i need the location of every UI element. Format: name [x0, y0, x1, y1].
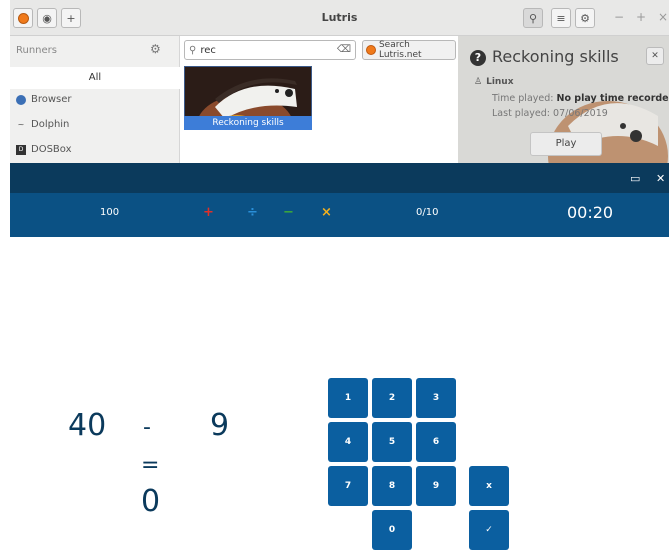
sidebar-item-all[interactable]: All: [10, 67, 180, 89]
preferences-button[interactable]: ⚙: [575, 8, 595, 28]
last-played-row: Last played: 07/06/2019: [492, 108, 608, 119]
key-4[interactable]: 4: [328, 422, 368, 462]
answer-display: 0: [141, 484, 161, 519]
dosbox-icon: D: [16, 144, 26, 155]
score-value: 100: [100, 207, 120, 218]
game-details-panel: ? Reckoning skills ✕ ♙ Linux Time played…: [458, 36, 669, 165]
key-9[interactable]: 9: [416, 466, 456, 506]
clear-search-icon[interactable]: ⌫: [337, 44, 351, 55]
sidebar-item-label: DOSBox: [31, 144, 72, 155]
key-8[interactable]: 8: [372, 466, 412, 506]
platform-row: ♙ Linux: [474, 77, 514, 87]
operator-divide-icon: ÷: [247, 205, 258, 220]
game-window-header: ▭ ✕: [10, 163, 669, 193]
key-5[interactable]: 5: [372, 422, 412, 462]
lutris-logo-icon: [366, 45, 376, 55]
timer: 00:20: [567, 203, 614, 222]
operator-multiply-icon: ×: [321, 205, 332, 220]
left-operand: 40: [68, 408, 107, 443]
key-0[interactable]: 0: [372, 510, 412, 550]
time-played-row: Time played: No play time recorded: [492, 93, 669, 104]
key-2[interactable]: 2: [372, 378, 412, 418]
operator-plus-icon: +: [203, 205, 214, 220]
last-played-label: Last played:: [492, 108, 550, 119]
time-played-value: No play time recorded: [556, 93, 669, 104]
restore-window-icon[interactable]: ▭: [630, 172, 640, 185]
clear-button[interactable]: x: [469, 466, 509, 506]
linux-icon: ♙: [474, 77, 483, 87]
search-icon: ⚲: [528, 11, 538, 25]
titlebar: ◉ + Lutris ⚲ ≡ ⚙ − + ×: [10, 0, 669, 36]
panel-close-button[interactable]: ✕: [646, 47, 664, 65]
key-6[interactable]: 6: [416, 422, 456, 462]
score-bar: 100 + ÷ − × 0/10 00:20: [10, 193, 669, 237]
equals-sign: =: [141, 453, 160, 478]
minimize-button[interactable]: −: [614, 10, 624, 24]
sidebar-item-label: Dolphin: [31, 119, 70, 130]
key-3[interactable]: 3: [416, 378, 456, 418]
operator-minus-icon: −: [283, 205, 294, 220]
game-board: 40 - 9 = 0 1 2 3 4 5 6 7 8 9 0 x ✓: [10, 237, 669, 550]
sidebar-item-dolphin[interactable]: ~ Dolphin: [16, 119, 70, 130]
globe-icon: [16, 94, 26, 105]
close-button[interactable]: ×: [658, 10, 668, 24]
view-list-button[interactable]: ≡: [551, 8, 571, 28]
search-icon: ⚲: [189, 44, 197, 56]
close-window-icon[interactable]: ✕: [656, 172, 665, 185]
key-7[interactable]: 7: [328, 466, 368, 506]
search-lutris-net-button[interactable]: Search Lutris.net: [362, 40, 456, 60]
equation-operator: -: [143, 415, 151, 440]
time-played-label: Time played:: [492, 93, 554, 104]
runners-settings-icon[interactable]: ⚙: [150, 42, 161, 56]
sidebar-item-label: Browser: [31, 94, 72, 105]
search-value: rec: [200, 44, 216, 56]
game-library: ⚲ rec ⌫ Search Lutris.net Reckoning skil…: [180, 36, 458, 165]
search-toggle-button[interactable]: ⚲: [523, 8, 543, 28]
play-button[interactable]: Play: [530, 132, 602, 156]
maximize-button[interactable]: +: [636, 10, 646, 24]
panel-game-title: Reckoning skills: [492, 47, 619, 66]
right-operand: 9: [210, 408, 230, 443]
lutris-window: ◉ + Lutris ⚲ ≡ ⚙ − + × Runners ⚙ All Bro…: [10, 0, 669, 165]
search-input[interactable]: ⚲ rec ⌫: [184, 40, 356, 60]
submit-button[interactable]: ✓: [469, 510, 509, 550]
list-icon: ≡: [556, 11, 566, 25]
gear-icon: ⚙: [580, 11, 590, 25]
sidebar-item-browser[interactable]: Browser: [16, 94, 72, 105]
runners-header: Runners: [16, 45, 57, 56]
last-played-value: 07/06/2019: [553, 108, 608, 119]
help-icon: ?: [470, 50, 486, 66]
progress-counter: 0/10: [416, 207, 439, 218]
runners-sidebar: Runners ⚙ All Browser ~ Dolphin D DOSBox: [10, 36, 180, 165]
key-1[interactable]: 1: [328, 378, 368, 418]
dolphin-icon: ~: [17, 119, 25, 129]
sidebar-item-dosbox[interactable]: D DOSBox: [16, 144, 72, 155]
platform-label: Linux: [486, 77, 514, 87]
search-net-label: Search Lutris.net: [378, 40, 422, 60]
game-tile-label[interactable]: Reckoning skills: [184, 116, 312, 130]
